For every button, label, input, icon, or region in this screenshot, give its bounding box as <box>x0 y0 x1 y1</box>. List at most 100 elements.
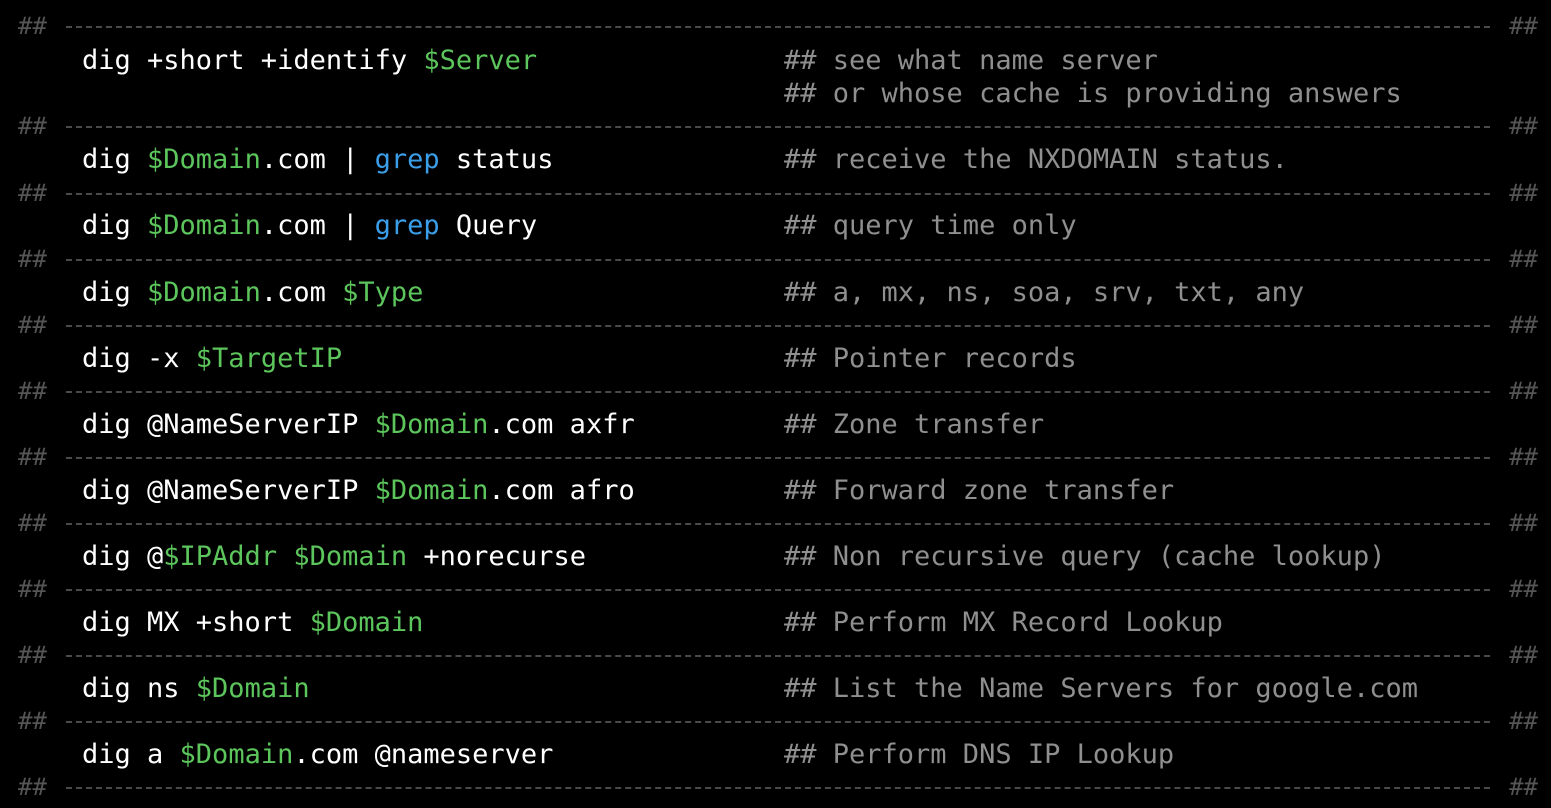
command-comment: ## or whose cache is providing answers <box>784 78 1402 109</box>
command-line[interactable]: dig ns $Domain <box>82 672 310 705</box>
command-text: .com axfr <box>488 409 635 440</box>
command-line[interactable]: dig MX +short $Domain <box>82 606 423 639</box>
command-builtin: grep <box>374 210 440 241</box>
separator-line: ## ## <box>18 379 1538 403</box>
command-text: .com @nameserver <box>293 739 554 770</box>
command-text: status <box>439 144 554 175</box>
separator-hash-right: ## <box>1509 641 1538 669</box>
separator-hash-right: ## <box>1509 509 1538 537</box>
separator-line: ## ## <box>18 313 1538 337</box>
separator-hash-left: ## <box>18 443 47 471</box>
separator-dashes <box>66 655 1490 657</box>
separator-dashes <box>66 721 1490 723</box>
command-variable: $Domain <box>293 541 408 572</box>
command-text: dig <box>82 144 148 175</box>
separator-hash-right: ## <box>1509 112 1538 140</box>
command-line[interactable]: dig -x $TargetIP <box>82 342 342 375</box>
command-line[interactable]: dig a $Domain.com @nameserver <box>82 738 553 771</box>
command-text: dig @NameServerIP <box>82 409 375 440</box>
command-text: dig -x <box>82 343 196 374</box>
command-comment: ## Perform MX Record Lookup <box>784 607 1223 638</box>
separator-hash-left: ## <box>18 377 47 405</box>
command-text: dig +short +identify <box>82 45 424 76</box>
separator-line: ## ## <box>18 114 1538 138</box>
separator-hash-right: ## <box>1509 773 1538 801</box>
command-variable: $Domain <box>374 409 489 440</box>
command-line[interactable]: dig $Domain.com | grep status <box>82 143 553 176</box>
separator-dashes <box>66 193 1490 195</box>
command-comment: ## Forward zone transfer <box>784 475 1175 506</box>
separator-dashes <box>66 26 1490 28</box>
command-text: dig MX +short <box>82 607 310 638</box>
command-line[interactable]: dig @$IPAddr $Domain +norecurse <box>82 540 586 573</box>
command-text: .com afro <box>488 475 635 506</box>
separator-hash-right: ## <box>1509 311 1538 339</box>
command-text: .com | <box>260 144 375 175</box>
separator-hash-left: ## <box>18 509 47 537</box>
separator-hash-right: ## <box>1509 707 1538 735</box>
separator-line: ## ## <box>18 14 1538 38</box>
command-comment: ## see what name server <box>784 45 1158 76</box>
separator-line: ## ## <box>18 643 1538 667</box>
command-line[interactable]: dig +short +identify $Server <box>82 44 537 77</box>
separator-hash-right: ## <box>1509 12 1538 40</box>
command-variable: $Domain <box>147 277 261 308</box>
command-line[interactable]: dig $Domain.com $Type <box>82 276 423 309</box>
command-line[interactable]: dig @NameServerIP $Domain.com afro <box>82 474 635 507</box>
terminal-window: ## ## ## ## ## ## ## ## ## ## ## ## ## ## ## ## ## ## ## ##… <box>0 0 1551 808</box>
separator-line: ## ## <box>18 445 1538 469</box>
command-comment: ## List the Name Servers for google.com <box>784 673 1418 704</box>
command-comment: ## receive the NXDOMAIN status. <box>784 144 1288 175</box>
command-variable: $Server <box>423 45 538 76</box>
separator-dashes <box>66 325 1490 327</box>
command-variable: $Domain <box>309 607 424 638</box>
separator-hash-left: ## <box>18 12 47 40</box>
separator-dashes <box>66 787 1490 789</box>
command-variable: $Domain <box>147 210 261 241</box>
command-text: dig @NameServerIP <box>82 475 375 506</box>
command-text <box>277 541 293 572</box>
separator-line: ## ## <box>18 709 1538 733</box>
separator-dashes <box>66 457 1490 459</box>
command-text: Query <box>439 210 538 241</box>
command-text: dig <box>82 210 148 241</box>
command-text: dig a <box>82 739 180 770</box>
separator-dashes <box>66 391 1490 393</box>
command-text: dig ns <box>82 673 196 704</box>
command-variable: $TargetIP <box>195 343 343 374</box>
separator-dashes <box>66 126 1490 128</box>
separator-hash-left: ## <box>18 773 47 801</box>
command-variable: $Type <box>342 277 424 308</box>
separator-hash-right: ## <box>1509 377 1538 405</box>
separator-hash-right: ## <box>1509 443 1538 471</box>
separator-hash-right: ## <box>1509 179 1538 207</box>
separator-hash-right: ## <box>1509 245 1538 273</box>
command-variable: $Domain <box>179 739 294 770</box>
separator-hash-right: ## <box>1509 575 1538 603</box>
command-comment: ## Non recursive query (cache lookup) <box>784 541 1386 572</box>
command-variable: $Domain <box>195 673 310 704</box>
separator-line: ## ## <box>18 247 1538 271</box>
separator-dashes <box>66 589 1490 591</box>
command-builtin: grep <box>374 144 440 175</box>
command-variable: $Domain <box>374 475 489 506</box>
separator-line: ## ## <box>18 511 1538 535</box>
command-comment: ## Zone transfer <box>784 409 1045 440</box>
command-comment: ## Perform DNS IP Lookup <box>784 739 1175 770</box>
command-line[interactable]: dig $Domain.com | grep Query <box>82 209 537 242</box>
separator-line: ## ## <box>18 181 1538 205</box>
separator-hash-left: ## <box>18 311 47 339</box>
separator-hash-left: ## <box>18 707 47 735</box>
command-line[interactable]: dig @NameServerIP $Domain.com axfr <box>82 408 635 441</box>
separator-hash-left: ## <box>18 112 47 140</box>
separator-line: ## ## <box>18 577 1538 601</box>
separator-hash-left: ## <box>18 179 47 207</box>
separator-dashes <box>66 259 1490 261</box>
separator-hash-left: ## <box>18 641 47 669</box>
command-comment: ## a, mx, ns, soa, srv, txt, any <box>784 277 1305 308</box>
separator-dashes <box>66 523 1490 525</box>
command-variable: $IPAddr <box>163 541 278 572</box>
command-text: .com | <box>260 210 375 241</box>
command-text: dig <box>82 277 148 308</box>
command-variable: $Domain <box>147 144 261 175</box>
